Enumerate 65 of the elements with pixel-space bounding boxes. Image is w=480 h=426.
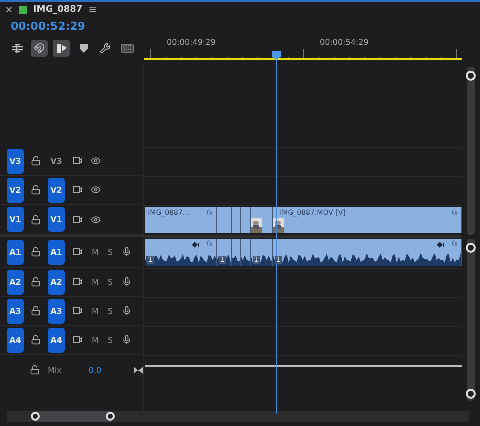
track-target-button[interactable]: A4 xyxy=(48,328,65,352)
scrollbar[interactable] xyxy=(467,67,476,235)
solo-button[interactable]: S xyxy=(108,278,113,286)
video-clip[interactable] xyxy=(251,207,274,233)
bowtie-icon[interactable] xyxy=(134,366,143,374)
eye-icon[interactable] xyxy=(91,185,101,195)
mute-button[interactable]: M xyxy=(92,336,99,344)
keyframe-icon xyxy=(437,242,446,248)
track-target-button[interactable]: A2 xyxy=(48,270,65,294)
toolbar-button[interactable] xyxy=(53,40,70,57)
microphone-icon[interactable] xyxy=(122,277,132,287)
source-patch-button[interactable]: V1 xyxy=(7,207,24,232)
lock-icon[interactable] xyxy=(30,365,40,375)
microphone-icon[interactable] xyxy=(122,247,132,257)
label-color-swatch xyxy=(19,6,28,14)
marker-icon xyxy=(80,44,88,53)
lock-icon[interactable] xyxy=(31,335,41,345)
panel-menu-button[interactable]: ≡ xyxy=(88,4,98,16)
lock-icon[interactable] xyxy=(31,277,41,287)
solo-button[interactable]: S xyxy=(108,248,113,256)
track-target-button[interactable]: A3 xyxy=(48,298,65,324)
mute-button[interactable]: M xyxy=(92,278,99,286)
eye-icon[interactable] xyxy=(91,214,101,224)
lock-icon[interactable] xyxy=(31,306,41,316)
solo-button[interactable]: S xyxy=(108,306,113,316)
solo-button[interactable]: S xyxy=(108,336,113,344)
timecode[interactable]: 00:00:52:29 xyxy=(0,18,144,35)
microphone-icon[interactable] xyxy=(122,335,132,345)
magnet-icon xyxy=(34,43,45,54)
time-label: 00:00:54:29 xyxy=(320,38,369,47)
source-patch-button[interactable]: V3 xyxy=(7,148,24,174)
linked-selection-icon xyxy=(56,43,67,54)
video-clip[interactable] xyxy=(217,207,232,233)
time-label: 00:00:49:29 xyxy=(167,38,216,47)
source-patch-button[interactable]: A3 xyxy=(7,298,24,324)
video-clip[interactable] xyxy=(241,207,252,233)
mute-button[interactable]: M xyxy=(92,306,99,316)
lock-icon[interactable] xyxy=(31,214,41,224)
lock-icon[interactable] xyxy=(31,247,41,257)
eye-icon[interactable] xyxy=(91,156,101,166)
keyframe-icon xyxy=(192,242,200,248)
scrollbar[interactable] xyxy=(467,239,476,401)
source-patch-button[interactable]: A4 xyxy=(7,328,24,352)
wrench-icon xyxy=(100,43,111,54)
toolbar-button[interactable] xyxy=(31,40,48,57)
track-target-button[interactable]: V2 xyxy=(48,178,65,202)
close-button[interactable]: × xyxy=(5,4,14,16)
horizontal-scrollbar[interactable] xyxy=(7,411,469,422)
video-clip[interactable] xyxy=(232,207,242,233)
source-patch-button[interactable]: V2 xyxy=(7,178,24,202)
track-target-button[interactable]: V1 xyxy=(48,207,65,232)
source-patch-button[interactable]: A1 xyxy=(7,240,24,264)
audio-clip[interactable] xyxy=(241,239,252,266)
track-target-button[interactable]: A1 xyxy=(48,240,65,264)
lock-icon[interactable] xyxy=(31,156,41,166)
sequence-title[interactable]: IMG_0887 xyxy=(33,5,83,15)
microphone-icon[interactable] xyxy=(122,306,132,316)
track-target-button[interactable]: V3 xyxy=(48,148,65,174)
audio-clip[interactable] xyxy=(232,239,242,266)
mix-label: Mix xyxy=(48,366,62,374)
source-patch-button[interactable]: A2 xyxy=(7,270,24,294)
playhead-handle[interactable] xyxy=(272,51,281,60)
mix-value[interactable]: 0.0 xyxy=(88,366,102,374)
lock-icon[interactable] xyxy=(31,185,41,195)
mute-button[interactable]: M xyxy=(92,248,99,256)
